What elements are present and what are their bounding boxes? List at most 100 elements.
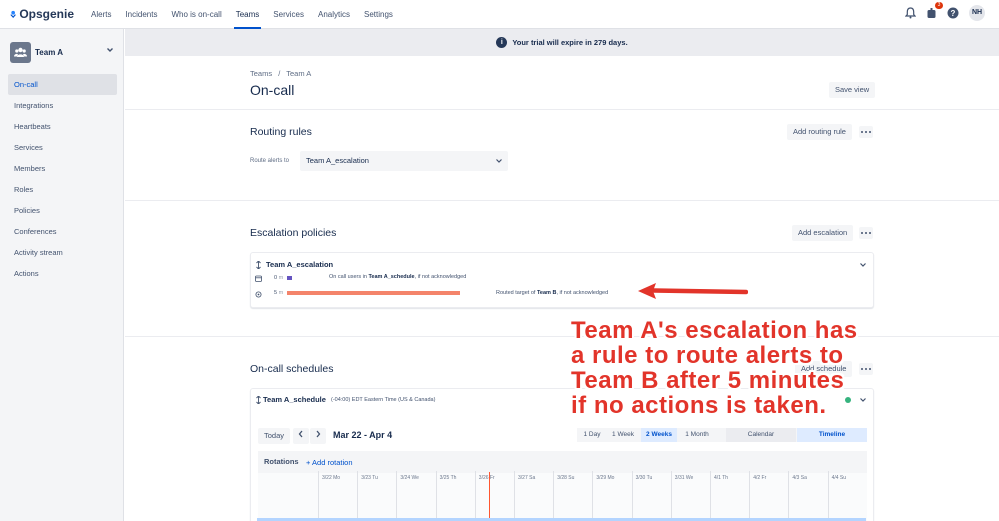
today-button[interactable]: Today (258, 428, 291, 444)
drag-handle-icon[interactable] (256, 396, 261, 404)
notification-count-badge: 3 (935, 1, 943, 9)
rotations-header: Rotations + Add rotation (258, 451, 867, 473)
route-alerts-label: Route alerts to (250, 158, 290, 164)
timeline-day-column: 3/25 Th (435, 471, 475, 519)
timeline-day-column: 3/24 We (396, 471, 435, 519)
view-timeline[interactable]: Timeline (797, 428, 867, 442)
trial-banner: i Your trial will expire in 279 days. (125, 29, 999, 56)
nav-services[interactable]: Services (273, 0, 304, 29)
next-period-button[interactable] (310, 428, 326, 444)
annotation-callout: Team A's escalation has a rule to route … (571, 317, 858, 419)
rule-2-minute: 5 m (274, 290, 284, 296)
nav-incidents[interactable]: Incidents (125, 0, 157, 29)
rotations-label: Rotations (264, 457, 299, 466)
help-icon[interactable]: ? (945, 6, 960, 21)
previous-period-button[interactable] (293, 428, 309, 444)
chevron-down-icon[interactable] (859, 261, 867, 269)
notifications-bell-icon[interactable] (903, 6, 918, 21)
date-range-label: Mar 22 - Apr 4 (333, 430, 393, 440)
sidebar-item-heartbeats[interactable]: Heartbeats (8, 116, 117, 137)
timeline-day-column: 3/31 We (670, 471, 710, 519)
annotation-arrow-icon (638, 283, 748, 299)
team-name: Team A (35, 47, 64, 57)
range-1-month[interactable]: 1 Month (679, 428, 715, 442)
svg-text:?: ? (950, 9, 955, 18)
sidebar-menu: On-call Integrations Heartbeats Services… (8, 74, 117, 284)
nav-analytics[interactable]: Analytics (318, 0, 350, 29)
divider (125, 336, 999, 337)
breadcrumb-team-a[interactable]: Team A (286, 69, 311, 78)
nav-teams[interactable]: Teams (233, 0, 261, 29)
save-view-button[interactable]: Save view (829, 82, 876, 98)
team-switcher[interactable]: Team A (10, 41, 114, 63)
range-1-day[interactable]: 1 Day (579, 428, 605, 442)
top-navigation: Opsgenie Alerts Incidents Who is on-call… (0, 0, 999, 29)
sidebar-item-activity-stream[interactable]: Activity stream (8, 242, 117, 263)
breadcrumb-teams[interactable]: Teams (250, 69, 272, 78)
sidebar-item-conferences[interactable]: Conferences (8, 221, 117, 242)
add-rotation-link[interactable]: + Add rotation (306, 458, 353, 467)
timeline-day-column: 3/28 Su (553, 471, 592, 519)
rule-1-description: On call users in Team A_schedule, if not… (329, 274, 467, 280)
divider (125, 109, 999, 110)
drag-handle-icon[interactable] (256, 261, 261, 269)
timeline-day-column: 3/22 Mo (318, 471, 357, 519)
routing-rules-title: Routing rules (250, 126, 312, 138)
sidebar-item-actions[interactable]: Actions (8, 263, 117, 284)
on-call-schedules-title: On-call schedules (250, 363, 334, 375)
nav-alerts[interactable]: Alerts (91, 0, 111, 29)
route-icon (255, 291, 262, 298)
routing-more-options-icon[interactable] (859, 126, 873, 138)
sidebar-item-roles[interactable]: Roles (8, 179, 117, 200)
chevron-left-icon (298, 430, 303, 438)
chevron-down-icon (496, 159, 502, 163)
timeline-day-column: 3/30 Tu (631, 471, 671, 519)
nav-who-is-on-call[interactable]: Who is on-call (171, 0, 221, 29)
view-calendar[interactable]: Calendar (726, 428, 796, 442)
opsgenie-logo[interactable]: Opsgenie (10, 7, 74, 21)
escalation-policy-name[interactable]: Team A_escalation (266, 260, 333, 269)
chevron-right-icon (316, 430, 321, 438)
timeline-day-column: 4/4 Su (827, 471, 867, 519)
nav-settings[interactable]: Settings (364, 0, 393, 29)
info-icon: i (496, 37, 508, 48)
page-title: On-call (250, 82, 295, 98)
opsgenie-logo-icon (10, 10, 16, 18)
timeline-day-column: 3/29 Mo (592, 471, 631, 519)
range-2-weeks[interactable]: 2 Weeks (641, 428, 677, 442)
breadcrumb: Teams / Team A (250, 69, 315, 78)
timeline-day-column: 4/2 Fr (749, 471, 788, 519)
divider (125, 200, 999, 201)
breadcrumb-separator: / (278, 69, 281, 78)
range-1-week[interactable]: 1 Week (607, 428, 639, 442)
alerts-inbox-icon[interactable]: 3 (924, 1, 943, 21)
brand-name: Opsgenie (19, 7, 74, 21)
rule-2-bar (287, 291, 460, 295)
route-target-value: Team A_escalation (306, 156, 369, 165)
rule-1-minute: 0 m (274, 275, 284, 281)
user-avatar[interactable]: NH (969, 5, 985, 21)
rule-1-bar (287, 276, 292, 280)
team-icon (14, 47, 27, 57)
chevron-down-icon[interactable] (106, 46, 114, 54)
add-escalation-button[interactable]: Add escalation (792, 225, 854, 241)
escalation-policies-title: Escalation policies (250, 227, 337, 239)
sidebar-item-integrations[interactable]: Integrations (8, 95, 117, 116)
sidebar-item-policies[interactable]: Policies (8, 200, 117, 221)
sidebar-item-services[interactable]: Services (8, 137, 117, 158)
timeline-day-column: 4/1 Th (710, 471, 749, 519)
escalation-more-options-icon[interactable] (859, 227, 873, 239)
schedule-icon (255, 275, 262, 282)
timeline-day-column: 3/26 Fr (474, 471, 514, 519)
trial-banner-text: Your trial will expire in 279 days. (512, 38, 628, 47)
schedule-name[interactable]: Team A_schedule (263, 395, 326, 404)
schedules-more-options-icon[interactable] (859, 363, 873, 375)
route-target-select[interactable]: Team A_escalation (300, 151, 508, 171)
escalation-policy-card: Team A_escalation 0 m On call users in T… (250, 252, 874, 308)
add-routing-rule-button[interactable]: Add routing rule (787, 124, 852, 140)
team-avatar (10, 41, 31, 63)
sidebar-item-on-call[interactable]: On-call (8, 74, 117, 95)
current-time-marker (489, 472, 490, 520)
timeline-day-column: 4/3 Sa (788, 471, 827, 519)
sidebar-item-members[interactable]: Members (8, 158, 117, 179)
